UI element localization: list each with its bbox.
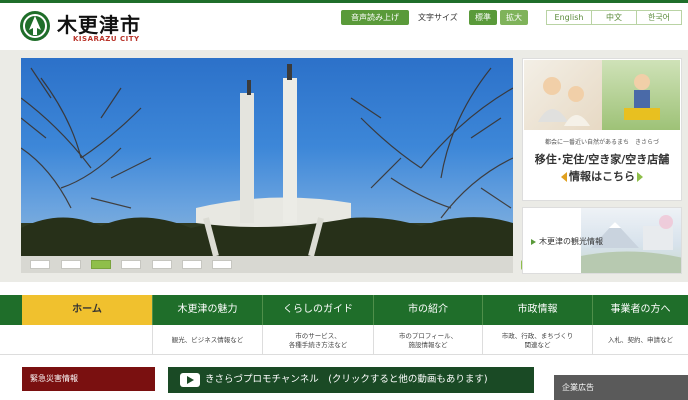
corporate-ads-heading: 企業広告 bbox=[554, 375, 688, 400]
subnav-city-intro[interactable]: 市のプロフィール、 施設情報など bbox=[374, 325, 483, 355]
emergency-info-heading[interactable]: 緊急災害情報 bbox=[22, 367, 155, 391]
subnav-living-guide[interactable]: 市のサービス、 各種手続き方法など bbox=[263, 325, 374, 355]
relocation-title-line2: 情報はこちら bbox=[523, 168, 681, 184]
slide-indicator-4[interactable] bbox=[121, 260, 141, 269]
slide-indicator-1[interactable] bbox=[30, 260, 50, 269]
hero-section: 都会に一番近い自然があるまち きさらづ 移住･定住/空き家/空き店舗 情報はこち… bbox=[0, 50, 688, 282]
tourism-banner[interactable]: 木更津の観光情報 bbox=[522, 207, 682, 274]
tourism-label: 木更津の観光情報 bbox=[531, 236, 603, 247]
nav-city-government[interactable]: 市政情報 bbox=[483, 295, 593, 325]
child-photo bbox=[602, 60, 680, 130]
family-photo bbox=[524, 60, 602, 130]
lang-chinese-link[interactable]: 中文 bbox=[592, 11, 637, 24]
lang-korean-link[interactable]: 한국어 bbox=[637, 11, 681, 24]
slide-indicator-2[interactable] bbox=[61, 260, 81, 269]
subnav-attractions[interactable]: 観光、ビジネス情報など bbox=[153, 325, 263, 355]
slide-indicator-3[interactable] bbox=[91, 260, 111, 269]
nav-home[interactable]: ホーム bbox=[22, 295, 153, 325]
slide-indicator-7[interactable] bbox=[212, 260, 232, 269]
font-size-large-button[interactable]: 拡大 bbox=[500, 10, 528, 25]
site-header: 木更津市 KISARAZU CITY 音声読み上げ 文字サイズ 標準 拡大 En… bbox=[0, 3, 688, 50]
site-subtitle: KISARAZU CITY bbox=[73, 35, 140, 43]
text-to-speech-button[interactable]: 音声読み上げ bbox=[341, 10, 409, 25]
sub-navigation: 観光、ビジネス情報など 市のサービス、 各種手続き方法など 市のプロフィール、 … bbox=[0, 325, 688, 355]
triangle-right-icon bbox=[637, 172, 643, 182]
font-size-standard-button[interactable]: 標準 bbox=[469, 10, 497, 25]
slide-indicator-6[interactable] bbox=[182, 260, 202, 269]
slideshow-controls bbox=[21, 256, 531, 273]
relocation-photos bbox=[524, 60, 680, 130]
nav-business[interactable]: 事業者の方へ bbox=[593, 295, 688, 325]
relocation-title-line1: 移住･定住/空き家/空き店舗 bbox=[534, 153, 670, 166]
city-emblem-icon[interactable] bbox=[20, 11, 50, 41]
nav-attractions[interactable]: 木更津の魅力 bbox=[153, 295, 263, 325]
font-size-label: 文字サイズ bbox=[418, 13, 458, 22]
nav-living-guide[interactable]: くらしのガイド bbox=[263, 295, 374, 325]
subnav-business[interactable]: 入札、契約、申請など bbox=[593, 325, 688, 355]
slide-indicator-5[interactable] bbox=[152, 260, 172, 269]
lang-english-link[interactable]: English bbox=[547, 11, 592, 24]
relocation-caption: 都会に一番近い自然があるまち きさらづ bbox=[544, 139, 659, 146]
triangle-left-icon bbox=[561, 172, 567, 182]
nav-city-intro[interactable]: 市の紹介 bbox=[374, 295, 483, 325]
site-title[interactable]: 木更津市 bbox=[57, 9, 141, 38]
promo-channel-text: きさらづプロモチャンネル (クリックすると他の動画もあります) bbox=[205, 374, 488, 385]
language-switcher: English 中文 한국어 bbox=[546, 10, 682, 25]
subnav-city-government[interactable]: 市政、行政、まちづくり 関連など bbox=[483, 325, 593, 355]
global-navigation: ホーム 木更津の魅力 くらしのガイド 市の紹介 市政情報 事業者の方へ bbox=[0, 295, 688, 325]
promo-channel-bar[interactable]: きさらづプロモチャンネル (クリックすると他の動画もあります) bbox=[168, 367, 534, 393]
subnav-home bbox=[22, 325, 153, 355]
relocation-banner[interactable]: 都会に一番近い自然があるまち きさらづ 移住･定住/空き家/空き店舗 情報はこち… bbox=[522, 58, 682, 201]
hero-slideshow-image[interactable] bbox=[21, 58, 513, 256]
relocation-link-text: 情報はこちら bbox=[569, 170, 635, 183]
arrow-right-icon bbox=[531, 238, 536, 245]
youtube-play-icon bbox=[180, 373, 200, 387]
